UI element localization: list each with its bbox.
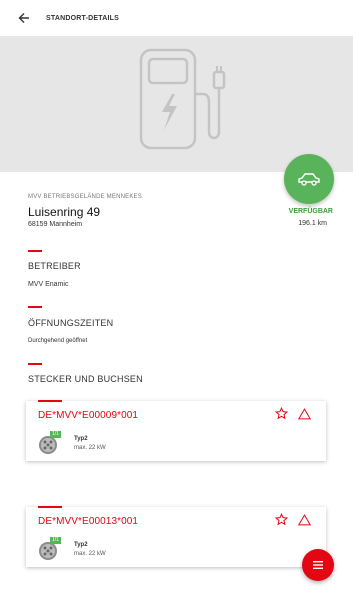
- charging-station-icon: [139, 48, 226, 150]
- connector-id: DE*MVV*E00013*001: [38, 516, 139, 527]
- back-button[interactable]: [6, 0, 42, 36]
- type2-plug-icon: [39, 542, 57, 560]
- section-divider: [28, 250, 42, 252]
- star-outline-icon[interactable]: [275, 513, 288, 526]
- section-divider: [28, 306, 42, 308]
- connector-id: DE*MVV*E00009*001: [38, 410, 139, 421]
- type2-plug-icon: [39, 436, 57, 454]
- section-divider: [28, 363, 42, 365]
- connector-card[interactable]: DE*MVV*E00009*001 1/1 Typ2 max. 22 kW: [26, 400, 326, 461]
- plug-type: Typ2: [74, 542, 88, 548]
- card-accent-line: [38, 400, 62, 402]
- warning-triangle-icon[interactable]: [298, 514, 311, 526]
- plug-max-power: max. 22 kW: [74, 551, 106, 557]
- route-car-button[interactable]: [284, 154, 334, 204]
- section-title-oeffnungszeiten: ÖFFNUNGSZEITEN: [28, 318, 114, 328]
- availability-badge: 1/1: [50, 431, 61, 438]
- app-bar: STANDORT-DETAILS: [0, 0, 353, 36]
- betreiber-value: MVV Enamic: [28, 281, 69, 288]
- plug-type: Typ2: [74, 436, 88, 442]
- section-title-stecker: STECKER UND BUCHSEN: [28, 374, 143, 384]
- menu-icon: [313, 561, 323, 569]
- availability-badge: 1/1: [50, 537, 61, 544]
- oeffnungszeiten-value: Durchgehend geöffnet: [28, 338, 88, 344]
- availability-status: VERFÜGBAR: [288, 208, 333, 215]
- star-outline-icon[interactable]: [275, 407, 288, 420]
- location-city: 68159 Mannheim: [28, 221, 83, 228]
- card-accent-line: [38, 506, 62, 508]
- station-hero: [0, 36, 353, 172]
- page-title: STANDORT-DETAILS: [46, 14, 119, 22]
- distance-value: 196.1 km: [298, 220, 327, 227]
- warning-triangle-icon[interactable]: [298, 408, 311, 420]
- plug-max-power: max. 22 kW: [74, 445, 106, 451]
- menu-button[interactable]: [302, 549, 334, 581]
- location-operator: MVV BETRIEBSGELÄNDE MENNEKES: [28, 194, 142, 200]
- car-icon: [298, 173, 320, 186]
- section-title-betreiber: BETREIBER: [28, 261, 81, 271]
- arrow-left-icon: [18, 13, 29, 23]
- location-street: Luisenring 49: [28, 205, 101, 219]
- connector-card[interactable]: DE*MVV*E00013*001 1/1 Typ2 max. 22 kW: [26, 506, 326, 567]
